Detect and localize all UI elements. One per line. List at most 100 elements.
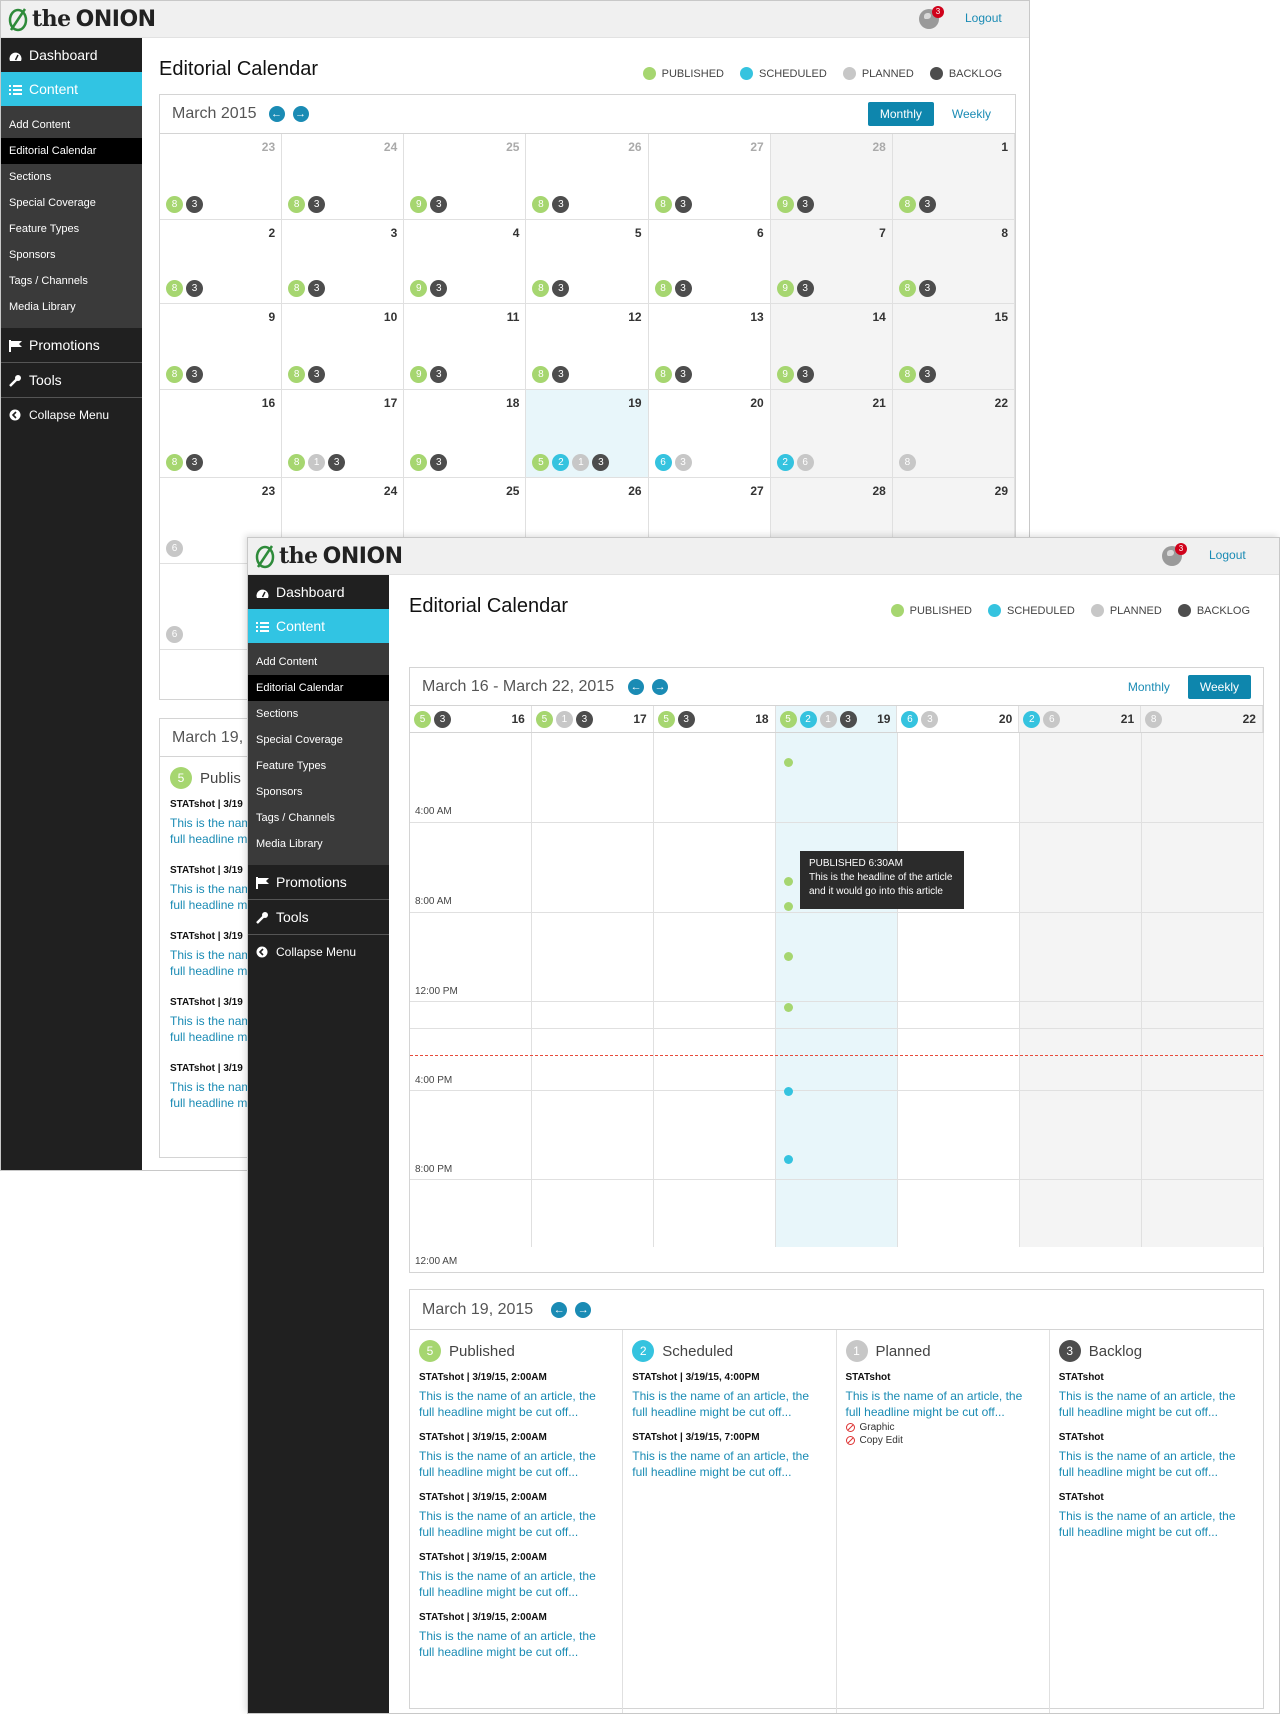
weekly-toggle-button[interactable]: Weekly (940, 102, 1003, 126)
monthly-toggle-button[interactable]: Monthly (1116, 675, 1182, 699)
sidebar-item-media-library[interactable]: Media Library (248, 831, 389, 857)
week-day-header-cell[interactable]: 5 1 3 17 (532, 706, 654, 732)
planned-count-badge[interactable]: 8 (898, 454, 916, 471)
notifications-globe-icon[interactable]: 3 (1162, 543, 1187, 566)
article-headline-link[interactable]: This is the name of an article, the full… (419, 1448, 613, 1480)
onion-logo[interactable]: the ONION (254, 542, 403, 570)
published-count-badge[interactable]: 8 (898, 196, 916, 213)
sidebar-item-sections[interactable]: Sections (248, 701, 389, 727)
published-event-marker[interactable] (784, 877, 793, 886)
nav-promotions[interactable]: Promotions (248, 865, 389, 899)
calendar-day-cell[interactable]: 27 8 3 (648, 134, 771, 220)
calendar-day-cell[interactable]: 2 83 (160, 220, 283, 304)
published-count-badge[interactable]: 8 (654, 280, 672, 297)
backlog-count-badge[interactable]: 3 (186, 454, 203, 471)
calendar-day-cell[interactable]: 12 8 3 (526, 304, 649, 390)
sidebar-item-tags-channels[interactable]: Tags / Channels (1, 268, 142, 294)
published-count-badge[interactable]: 8 (898, 280, 916, 297)
sidebar-item-special-coverage[interactable]: Special Coverage (248, 727, 389, 753)
backlog-count-badge[interactable]: 3 (796, 366, 814, 383)
nav-dashboard[interactable]: Dashboard (1, 38, 142, 72)
published-count-badge[interactable]: 8 (288, 366, 306, 383)
week-day-header-cell[interactable]: 6 3 20 (897, 706, 1020, 732)
backlog-count-badge[interactable]: 3 (308, 280, 326, 297)
published-count-badge[interactable]: 9 (776, 366, 794, 383)
article-headline-link[interactable]: This is the name of an article, the full… (1059, 1508, 1254, 1540)
backlog-count-badge[interactable]: 3 (430, 366, 448, 383)
published-count-badge[interactable]: 8 (654, 196, 672, 213)
published-count-badge[interactable]: 9 (410, 280, 428, 297)
calendar-day-cell[interactable]: 17 8 1 3 (282, 390, 405, 478)
scheduled-event-marker[interactable] (784, 1155, 793, 1164)
backlog-count-badge[interactable]: 3 (552, 280, 570, 297)
calendar-day-cell[interactable]: 24 8 3 (282, 134, 405, 220)
backlog-count-badge[interactable]: 3 (308, 366, 326, 383)
published-count-badge[interactable]: 5 (532, 454, 550, 471)
article-headline-link[interactable]: This is the name of an article, the full… (419, 1628, 613, 1660)
planned-count-badge[interactable]: 1 (308, 454, 326, 471)
scheduled-count-badge[interactable]: 6 (901, 710, 919, 728)
backlog-count-badge[interactable]: 3 (918, 280, 936, 297)
backlog-count-badge[interactable]: 3 (918, 196, 936, 213)
backlog-count-badge[interactable]: 3 (434, 710, 451, 728)
week-day-header-cell[interactable]: 5 3 18 (654, 706, 776, 732)
backlog-count-badge[interactable]: 3 (839, 710, 857, 728)
sidebar-item-add-content[interactable]: Add Content (1, 112, 142, 138)
backlog-count-badge[interactable]: 3 (430, 196, 448, 213)
week-day-column[interactable] (1020, 733, 1142, 1247)
planned-count-badge[interactable]: 3 (921, 710, 939, 728)
next-day-arrow-icon[interactable]: → (575, 1301, 592, 1318)
published-count-badge[interactable]: 8 (532, 280, 550, 297)
article-headline-link[interactable]: This is the name of an article, the full… (419, 1568, 613, 1600)
sidebar-item-sections[interactable]: Sections (1, 164, 142, 190)
sidebar-item-editorial-calendar[interactable]: Editorial Calendar (1, 138, 142, 164)
backlog-count-badge[interactable]: 3 (674, 280, 692, 297)
backlog-count-badge[interactable]: 3 (552, 196, 570, 213)
week-day-header-cell[interactable]: 5 3 16 (410, 706, 532, 732)
calendar-day-cell[interactable]: 383 (282, 220, 405, 304)
calendar-day-cell[interactable]: 1 83 (892, 134, 1015, 220)
backlog-count-badge[interactable]: 3 (186, 366, 203, 383)
calendar-day-cell[interactable]: 26 8 3 (526, 134, 649, 220)
published-count-badge[interactable]: 8 (166, 454, 183, 471)
published-count-badge[interactable]: 8 (288, 280, 306, 297)
backlog-count-badge[interactable]: 3 (677, 710, 695, 728)
nav-tools[interactable]: Tools (1, 363, 142, 397)
published-count-badge[interactable]: 9 (410, 454, 428, 471)
planned-count-badge[interactable]: 6 (166, 540, 183, 557)
published-event-marker[interactable] (784, 902, 793, 911)
week-day-column[interactable] (654, 733, 776, 1247)
scheduled-count-badge[interactable]: 2 (799, 710, 817, 728)
week-day-column[interactable] (776, 733, 898, 1247)
backlog-count-badge[interactable]: 3 (796, 196, 814, 213)
article-headline-link[interactable]: This is the name of an article, the full… (419, 1508, 613, 1540)
calendar-day-cell[interactable]: 5 83 (526, 220, 649, 304)
calendar-day-cell[interactable]: 15 8 3 (892, 304, 1015, 390)
calendar-day-cell[interactable]: 18 9 3 (404, 390, 527, 478)
planned-count-badge[interactable]: 3 (674, 454, 692, 471)
planned-count-badge[interactable]: 1 (555, 710, 573, 728)
scheduled-event-marker[interactable] (784, 1087, 793, 1096)
article-headline-link[interactable]: This is the name of an article, the full… (1059, 1448, 1254, 1480)
backlog-count-badge[interactable]: 3 (186, 280, 203, 297)
article-headline-link[interactable]: This is the name of an article, the full… (632, 1448, 826, 1480)
planned-count-badge[interactable]: 6 (796, 454, 814, 471)
published-count-badge[interactable]: 8 (166, 280, 183, 297)
calendar-day-cell[interactable]: 13 8 3 (648, 304, 771, 390)
calendar-day-cell[interactable]: 9 83 (160, 304, 283, 390)
published-count-badge[interactable]: 8 (288, 196, 306, 213)
week-day-column[interactable] (898, 733, 1020, 1247)
backlog-count-badge[interactable]: 3 (328, 454, 346, 471)
nav-dashboard[interactable]: Dashboard (248, 575, 389, 609)
article-headline-link[interactable]: This is the name of an article, the full… (419, 1388, 613, 1420)
sidebar-item-tags-channels[interactable]: Tags / Channels (248, 805, 389, 831)
sidebar-item-feature-types[interactable]: Feature Types (1, 216, 142, 242)
calendar-day-cell[interactable]: 4 93 (404, 220, 527, 304)
sidebar-item-media-library[interactable]: Media Library (1, 294, 142, 320)
calendar-day-cell[interactable]: 6 83 (648, 220, 771, 304)
collapse-menu[interactable]: Collapse Menu (1, 398, 142, 432)
onion-logo[interactable]: the ONION (7, 5, 156, 33)
scheduled-count-badge[interactable]: 2 (1023, 710, 1041, 728)
calendar-day-cell[interactable]: 23 8 3 (160, 134, 283, 220)
notifications-globe-icon[interactable]: 3 (919, 6, 944, 29)
